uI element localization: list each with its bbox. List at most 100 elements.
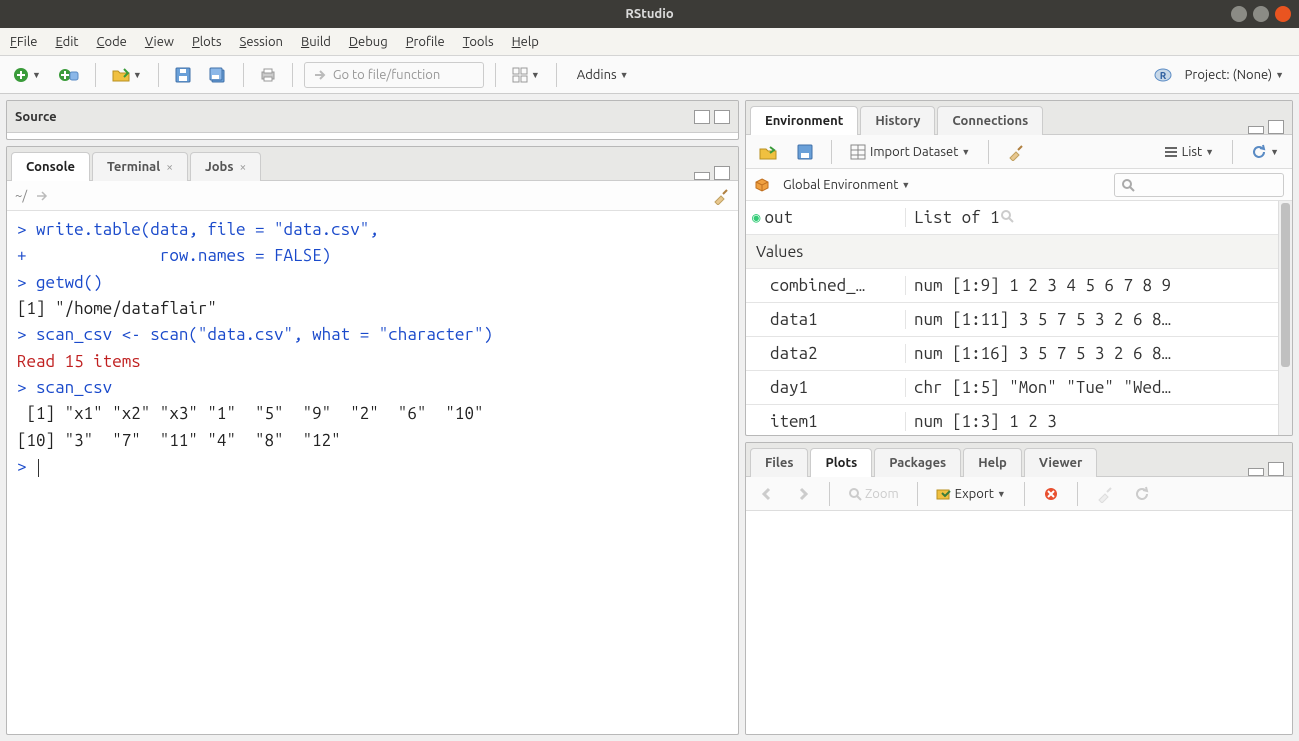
window-minimize-button[interactable] — [1231, 6, 1247, 22]
close-icon[interactable]: × — [239, 161, 246, 174]
plot-next-button[interactable] — [790, 481, 816, 507]
pane-maximize-button[interactable] — [714, 166, 730, 180]
window-close-button[interactable] — [1275, 6, 1291, 22]
print-icon — [260, 67, 276, 83]
window-maximize-button[interactable] — [1253, 6, 1269, 22]
tab-history[interactable]: History — [860, 106, 935, 135]
zoom-button[interactable]: Zoom — [843, 481, 904, 507]
zoom-label: Zoom — [865, 487, 899, 501]
menu-plots[interactable]: Plots — [192, 35, 222, 49]
export-button[interactable]: Export ▼ — [931, 481, 1011, 507]
menu-tools[interactable]: Tools — [463, 35, 494, 49]
menu-code[interactable]: Code — [97, 35, 127, 49]
plots-toolbar: Zoom Export ▼ — [746, 477, 1292, 511]
view-list-button[interactable]: List ▼ — [1159, 139, 1219, 165]
save-all-button[interactable] — [204, 62, 232, 88]
env-row[interactable]: day1chr [1:5] "Mon" "Tue" "Wed… — [746, 371, 1292, 405]
addins-label: Addins — [577, 68, 617, 82]
tab-connections[interactable]: Connections — [937, 106, 1043, 135]
menu-file[interactable]: FFileFile — [10, 35, 37, 49]
env-row[interactable]: data1num [1:11] 3 5 7 5 3 2 6 8… — [746, 303, 1292, 337]
broom-icon[interactable] — [712, 187, 730, 205]
menu-edit[interactable]: Edit — [55, 35, 78, 49]
menu-profile[interactable]: Profile — [406, 35, 445, 49]
pane-minimize-button[interactable] — [694, 110, 710, 124]
import-dataset-label: Import Dataset — [870, 145, 958, 159]
pane-minimize-button[interactable] — [1248, 468, 1264, 476]
separator — [495, 63, 496, 87]
env-row[interactable]: item1num [1:3] 1 2 3 — [746, 405, 1292, 435]
console-line: + row.names = FALSE) — [17, 243, 728, 269]
menu-build[interactable]: Build — [301, 35, 331, 49]
separator — [1077, 482, 1078, 506]
save-workspace-button[interactable] — [792, 139, 818, 165]
pane-minimize-button[interactable] — [1248, 126, 1264, 134]
env-var-name: combined_… — [746, 276, 906, 295]
clear-plots-button[interactable] — [1091, 481, 1119, 507]
save-button[interactable] — [170, 62, 196, 88]
delete-plot-button[interactable] — [1038, 481, 1064, 507]
console-output[interactable]: > write.table(data, file = "data.csv",+ … — [7, 211, 738, 734]
print-button[interactable] — [255, 62, 281, 88]
new-project-button[interactable] — [54, 62, 84, 88]
refresh-button[interactable]: ▼ — [1246, 139, 1284, 165]
tab-viewer-label: Viewer — [1039, 456, 1083, 470]
pane-minimize-button[interactable] — [694, 172, 710, 180]
search-icon[interactable] — [1000, 209, 1014, 223]
list-label: List — [1182, 145, 1203, 159]
addins-button[interactable]: Addins ▼ — [568, 62, 638, 88]
tab-packages[interactable]: Packages — [874, 448, 961, 477]
load-workspace-button[interactable] — [754, 139, 782, 165]
grid-button[interactable]: ▼ — [507, 62, 545, 88]
share-icon[interactable] — [35, 189, 49, 203]
pane-maximize-button[interactable] — [1268, 120, 1284, 134]
save-all-icon — [209, 67, 227, 83]
tab-environment[interactable]: Environment — [750, 106, 858, 135]
tab-viewer[interactable]: Viewer — [1024, 448, 1098, 477]
new-file-button[interactable]: ▼ — [8, 62, 46, 88]
project-menu[interactable]: Project: (None) ▼ — [1178, 62, 1291, 88]
goto-file-input[interactable]: Go to file/function — [304, 62, 484, 88]
tab-console[interactable]: Console — [11, 152, 90, 181]
project-label: Project: (None) — [1185, 68, 1272, 82]
grid-icon — [512, 67, 528, 83]
cursor — [38, 459, 39, 477]
tab-files[interactable]: Files — [750, 448, 808, 477]
scrollbar[interactable] — [1278, 201, 1292, 435]
menu-debug[interactable]: Debug — [349, 35, 388, 49]
tab-terminal-label: Terminal — [107, 160, 160, 174]
window-title: RStudio — [625, 7, 673, 21]
clear-workspace-button[interactable] — [1002, 139, 1030, 165]
expand-icon[interactable]: ◉ — [752, 209, 760, 226]
environment-scope-dropdown[interactable]: Global Environment ▼ — [778, 172, 915, 198]
env-row[interactable]: combined_…num [1:9] 1 2 3 4 5 6 7 8 9 — [746, 269, 1292, 303]
close-icon[interactable]: × — [166, 161, 173, 174]
goto-placeholder: Go to file/function — [333, 68, 440, 82]
tab-terminal[interactable]: Terminal × — [92, 152, 188, 181]
env-var-value: chr [1:5] "Mon" "Tue" "Wed… — [906, 378, 1292, 397]
menu-view[interactable]: View — [145, 35, 174, 49]
menu-help[interactable]: Help — [512, 35, 539, 49]
global-env-label: Global Environment — [783, 178, 898, 192]
tab-plots[interactable]: Plots — [810, 448, 872, 477]
tab-files-label: Files — [765, 456, 793, 470]
import-dataset-button[interactable]: Import Dataset ▼ — [845, 139, 975, 165]
pane-maximize-button[interactable] — [714, 110, 730, 124]
env-var-value: num [1:3] 1 2 3 — [906, 412, 1292, 431]
environment-search-input[interactable] — [1114, 173, 1284, 197]
plot-prev-button[interactable] — [754, 481, 780, 507]
cube-icon — [754, 177, 770, 193]
open-file-button[interactable]: ▼ — [107, 62, 147, 88]
refresh-plot-button[interactable] — [1129, 481, 1155, 507]
env-row-out[interactable]: ◉out List of 1 — [746, 201, 1292, 235]
plot-area — [746, 511, 1292, 734]
environment-tabs: Environment History Connections — [746, 101, 1292, 135]
pane-maximize-button[interactable] — [1268, 462, 1284, 476]
tab-history-label: History — [875, 114, 920, 128]
tab-help[interactable]: Help — [963, 448, 1022, 477]
scroll-thumb[interactable] — [1281, 203, 1290, 367]
env-row[interactable]: data2num [1:16] 3 5 7 5 3 2 6 8… — [746, 337, 1292, 371]
menu-session[interactable]: Session — [240, 35, 283, 49]
plus-r-icon — [59, 67, 79, 83]
tab-jobs[interactable]: Jobs × — [190, 152, 261, 181]
